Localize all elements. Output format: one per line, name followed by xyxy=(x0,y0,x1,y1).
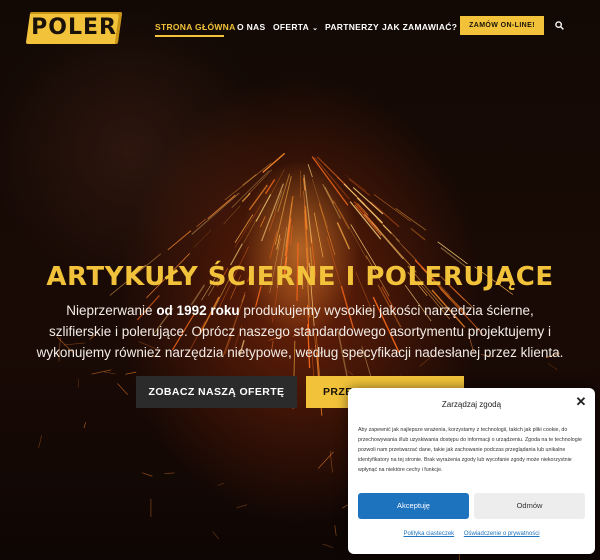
search-icon[interactable] xyxy=(555,21,564,30)
spark-streak xyxy=(191,192,240,235)
spark-streak xyxy=(234,214,254,243)
spark-streak xyxy=(363,213,404,260)
hero-title: ARTYKUŁY ŚCIERNE I POLERUJĄCE xyxy=(46,262,554,292)
order-online-button[interactable]: ZAMÓW ON-LINE! xyxy=(460,16,544,35)
spark-streak xyxy=(234,204,262,248)
cookie-consent-dialog: Zarządzaj zgodą ✕ Aby zapewnić jak najle… xyxy=(348,388,595,554)
nav-item-home[interactable]: STRONA GŁÓWNA xyxy=(155,22,236,32)
spark-streak xyxy=(437,241,468,265)
spark-streak xyxy=(354,204,382,236)
spark-streak xyxy=(236,504,248,509)
chevron-down-icon: ⌄ xyxy=(312,25,319,32)
spark-streak xyxy=(167,230,192,251)
nav-item-partners[interactable]: PARTNERZY xyxy=(325,22,379,32)
spark-streak xyxy=(307,164,313,178)
spark-streak xyxy=(223,205,241,225)
see-offer-button[interactable]: ZOBACZ NASZĄ OFERTĘ xyxy=(136,376,297,408)
spark-streak xyxy=(373,194,411,222)
spark-streak xyxy=(241,192,251,202)
nav-item-offer-label: OFERTA xyxy=(273,22,310,32)
close-icon[interactable]: ✕ xyxy=(575,395,587,408)
spark-streak xyxy=(83,422,86,429)
spark-streak xyxy=(193,229,212,248)
spark-streak xyxy=(313,212,324,258)
spark-streak xyxy=(314,156,351,200)
logo-text: POLER xyxy=(31,15,117,40)
spark-streak xyxy=(334,525,337,536)
spark-streak xyxy=(207,194,236,220)
spark-streak xyxy=(322,184,341,219)
cookie-policy-link[interactable]: Polityka ciasteczek xyxy=(403,531,454,537)
spark-streak xyxy=(274,208,285,245)
consent-text: Aby zapewnić jak najlepsze wrażenia, kor… xyxy=(358,427,582,473)
spark-streak xyxy=(242,173,257,186)
privacy-statement-link[interactable]: Oświadczenie o prywatności xyxy=(464,531,540,537)
nav-item-how-to-order[interactable]: JAK ZAMAWIAĆ? xyxy=(382,22,457,32)
hero-desc-bold: od 1992 roku xyxy=(156,303,240,318)
accept-button[interactable]: Akceptuję xyxy=(358,493,469,519)
spark-streak xyxy=(395,207,427,231)
spark-streak xyxy=(312,179,328,229)
spark-streak xyxy=(38,435,42,448)
consent-title: Zarządzaj zgodą xyxy=(441,400,502,409)
spark-streak xyxy=(284,196,294,257)
logo[interactable]: POLER xyxy=(25,12,123,44)
spark-streak xyxy=(382,224,392,234)
spark-streak xyxy=(324,186,335,204)
spark-streak xyxy=(269,231,278,259)
spark-streak xyxy=(103,371,116,375)
spark-streak xyxy=(548,362,558,371)
spark-streak xyxy=(247,169,273,195)
spark-streak xyxy=(259,216,266,228)
spark-streak xyxy=(91,369,112,375)
spark-streak xyxy=(212,531,219,539)
spark-streak xyxy=(290,225,293,245)
nav-item-about[interactable]: O NAS xyxy=(237,22,265,32)
spark-streak xyxy=(347,370,354,376)
spark-streak xyxy=(117,383,128,395)
hero-desc-start: Nieprzerwanie xyxy=(66,303,157,318)
spark-streak xyxy=(217,482,224,486)
deny-button[interactable]: Odmów xyxy=(474,493,585,519)
spark-streak xyxy=(268,211,276,232)
hero-description: Nieprzerwanie od 1992 roku produkujemy w… xyxy=(35,300,565,363)
active-nav-underline xyxy=(155,35,224,37)
nav-item-offer[interactable]: OFERTA ⌄ xyxy=(273,22,318,32)
spark-streak xyxy=(262,152,286,173)
spark-streak xyxy=(260,183,284,242)
site-header: POLER STRONA GŁÓWNA O NAS OFERTA ⌄ PARTNE… xyxy=(0,0,600,56)
spark-streak xyxy=(410,228,426,241)
spark-streak xyxy=(318,203,336,256)
spark-streak xyxy=(344,174,367,192)
spark-streak xyxy=(125,371,137,375)
consent-links: Polityka ciasteczek Oświadczenie o prywa… xyxy=(348,531,595,537)
spark-streak xyxy=(322,543,334,548)
spark-streak xyxy=(142,472,153,477)
